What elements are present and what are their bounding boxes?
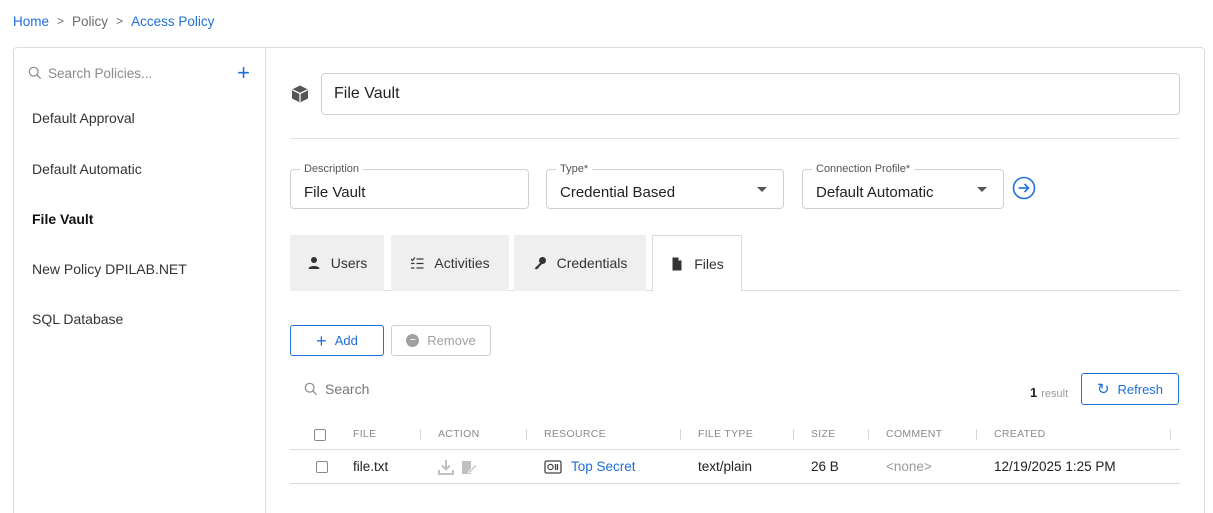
resource-link[interactable]: Top Secret <box>571 459 636 474</box>
column-separator <box>420 429 421 440</box>
refresh-icon: ↻ <box>1096 381 1110 398</box>
sidebar-item-file-vault[interactable]: File Vault <box>32 211 93 227</box>
result-count-value: 1 <box>1030 385 1038 400</box>
column-separator <box>793 429 794 440</box>
type-label: Type* <box>556 163 593 175</box>
sidebar-item-default-automatic[interactable]: Default Automatic <box>32 161 142 177</box>
column-separator <box>680 429 681 440</box>
add-policy-button[interactable]: + <box>237 62 250 84</box>
download-icon[interactable] <box>437 458 455 476</box>
file-name: file.txt <box>353 459 389 474</box>
type-select[interactable]: Type* Credential Based <box>546 163 784 209</box>
file-created: 12/19/2025 1:25 PM <box>994 459 1116 474</box>
policy-name-row: File Vault <box>290 72 1180 116</box>
sidebar-item-sql-database[interactable]: SQL Database <box>32 311 123 327</box>
search-icon <box>28 66 42 80</box>
column-size[interactable]: SIZE <box>811 428 836 440</box>
file-comment: <none> <box>886 459 932 474</box>
file-icon <box>672 257 682 270</box>
policy-search-input[interactable]: Search Policies... <box>48 66 237 81</box>
checklist-icon <box>410 257 424 269</box>
refresh-label: Refresh <box>1117 381 1164 397</box>
description-label: Description <box>300 163 364 175</box>
policy-detail: File Vault Description File Vault Type* … <box>290 48 1185 513</box>
column-separator <box>1170 429 1171 440</box>
policy-sidebar: Search Policies... + Default Approval De… <box>14 48 266 513</box>
column-action[interactable]: ACTION <box>438 428 479 440</box>
cube-icon <box>292 85 308 103</box>
policy-tabs: Users Activities Credentials Files <box>290 235 1180 292</box>
breadcrumb-current[interactable]: Access Policy <box>131 14 214 29</box>
result-count-label: result <box>1041 388 1069 400</box>
tab-activities-label: Activities <box>434 255 490 271</box>
tab-credentials-label: Credentials <box>556 255 628 271</box>
tab-activities[interactable]: Activities <box>391 235 509 291</box>
policy-name-input[interactable]: File Vault <box>321 73 1180 115</box>
chevron-right-icon: > <box>116 14 124 28</box>
divider <box>290 138 1180 139</box>
tab-files-label: Files <box>694 255 724 272</box>
table-row[interactable]: file.txt Top Secret text/plain 26 B <non… <box>290 450 1180 484</box>
column-separator <box>526 429 527 440</box>
chevron-right-icon: > <box>57 14 65 28</box>
column-comment[interactable]: COMMENT <box>886 428 942 440</box>
files-search-input[interactable]: Search <box>325 381 369 397</box>
file-size: 26 B <box>811 459 839 474</box>
key-icon <box>534 257 546 270</box>
tab-users[interactable]: Users <box>290 235 384 291</box>
description-value: File Vault <box>304 184 366 201</box>
result-count: 1 result <box>1030 385 1068 400</box>
plus-icon: + <box>316 330 327 351</box>
edit-file-icon[interactable] <box>460 458 478 476</box>
column-resource[interactable]: RESOURCE <box>544 428 606 440</box>
file-type: text/plain <box>698 459 753 474</box>
select-all-checkbox[interactable] <box>314 429 326 441</box>
column-created[interactable]: CREATED <box>994 428 1046 440</box>
connection-profile-select[interactable]: Connection Profile* Default Automatic <box>802 163 1004 209</box>
minus-circle-icon: − <box>406 334 420 347</box>
breadcrumb: Home > Policy > Access Policy <box>13 11 214 31</box>
policy-panel: Search Policies... + Default Approval De… <box>13 47 1205 513</box>
breadcrumb-home[interactable]: Home <box>13 14 49 29</box>
add-file-label: Add <box>334 333 358 348</box>
tab-credentials[interactable]: Credentials <box>514 235 646 291</box>
description-field[interactable]: Description File Vault <box>290 163 529 209</box>
column-file[interactable]: FILE <box>353 428 376 440</box>
files-table-header: FILE ACTION RESOURCE FILE TYPE SIZE COMM… <box>290 420 1180 450</box>
search-icon <box>304 382 318 396</box>
connection-profile-label: Connection Profile* <box>812 163 915 175</box>
remove-file-button[interactable]: − Remove <box>391 325 491 356</box>
type-value: Credential Based <box>560 184 676 201</box>
row-checkbox[interactable] <box>316 461 328 473</box>
column-file-type[interactable]: FILE TYPE <box>698 428 753 440</box>
tab-users-label: Users <box>330 255 368 271</box>
column-separator <box>976 429 977 440</box>
caret-down-icon <box>977 187 987 192</box>
sidebar-item-new-policy-dpilab[interactable]: New Policy DPILAB.NET <box>32 261 187 277</box>
vault-resource-icon <box>544 460 562 474</box>
tab-files[interactable]: Files <box>652 235 742 292</box>
sidebar-item-default-approval[interactable]: Default Approval <box>32 110 135 126</box>
add-file-button[interactable]: + Add <box>290 325 384 356</box>
column-separator <box>868 429 869 440</box>
connection-profile-value: Default Automatic <box>816 184 934 201</box>
files-search[interactable]: Search <box>304 379 369 399</box>
remove-file-label: Remove <box>427 333 476 348</box>
caret-down-icon <box>757 187 767 192</box>
policy-search[interactable]: Search Policies... + <box>28 62 250 84</box>
user-icon <box>308 257 320 269</box>
refresh-button[interactable]: ↻ Refresh <box>1081 373 1179 405</box>
breadcrumb-policy[interactable]: Policy <box>72 14 108 29</box>
arrow-circle-right-icon[interactable] <box>1012 176 1036 200</box>
